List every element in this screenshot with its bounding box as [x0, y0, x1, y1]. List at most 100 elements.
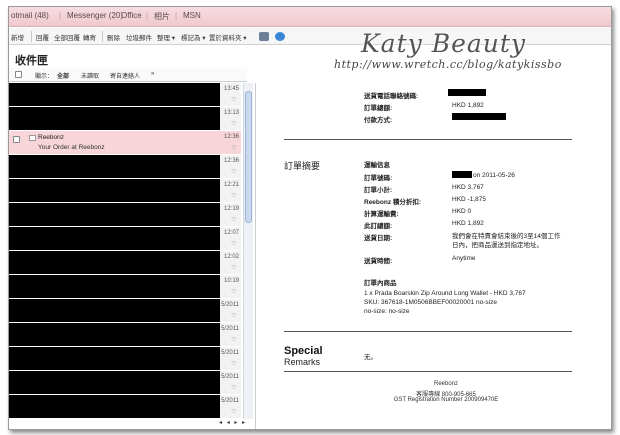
nav-separator: | — [146, 11, 149, 20]
message-subject: Your Order at Reebonz — [38, 144, 105, 151]
message-row[interactable]: 12:19 ▽ — [9, 203, 241, 227]
message-time: 12:21 — [223, 182, 239, 188]
new-button[interactable]: 新增 — [11, 32, 24, 42]
message-meta: 13:13 ▽ — [220, 107, 241, 130]
redacted-block — [9, 179, 220, 202]
flag-icon[interactable]: ▽ — [231, 360, 236, 367]
redacted-block — [9, 251, 220, 274]
shipping-fee-label: 計算運輸費: — [364, 211, 399, 218]
toolbar-divider — [102, 31, 103, 42]
redacted-phone — [448, 89, 486, 96]
next-page-icon[interactable]: ▸ — [234, 420, 237, 426]
message-time: 12:36 — [223, 158, 239, 164]
filter-more[interactable]: » — [151, 71, 154, 77]
message-time: 10:19 — [223, 278, 239, 284]
pager: ◂ ◂ ▸ ▸ — [219, 419, 253, 429]
message-row[interactable]: 13:45 ▽ — [9, 83, 241, 107]
order-items-title: 訂單內商品 — [364, 280, 397, 287]
message-row[interactable]: 5/2011 ▽ — [9, 395, 241, 419]
flag-icon[interactable]: ▽ — [231, 240, 236, 247]
grand-total-value: HKD 1,892 — [452, 220, 484, 227]
message-row[interactable]: 10:19 ▽ — [9, 275, 241, 299]
redacted-block — [9, 371, 220, 394]
order-total-label: 訂單總額: — [364, 105, 393, 112]
nav-msn[interactable]: MSN — [183, 11, 201, 20]
flag-icon[interactable]: ▽ — [231, 384, 236, 391]
delete-button[interactable]: 刪除 — [107, 32, 120, 42]
special-remarks-value: 无。 — [364, 354, 377, 361]
sweep-menu[interactable]: 整理 ▾ — [157, 32, 175, 42]
blog-watermark-url: http://www.wretch.cc/blog/katykissbo — [334, 58, 562, 71]
nav-office[interactable]: Office — [121, 11, 142, 20]
message-row-selected[interactable]: Reebonz Your Order at Reebonz 12:36 ▽ — [9, 131, 241, 155]
message-meta: 12:19 ▽ — [220, 203, 241, 226]
flag-icon[interactable]: ▽ — [231, 336, 236, 343]
message-meta: 12:36 ▽ — [220, 155, 241, 178]
select-all-checkbox[interactable] — [15, 71, 22, 78]
flag-icon[interactable]: ▽ — [231, 216, 236, 223]
scrollbar-thumb[interactable] — [245, 91, 252, 223]
message-time: 5/2011 — [221, 350, 239, 356]
order-number-label: 訂單號碼: — [364, 175, 393, 182]
flag-icon[interactable]: ▽ — [231, 288, 236, 295]
flag-icon[interactable]: ▽ — [231, 168, 236, 175]
reply-all-button[interactable]: 全部回覆 — [54, 32, 80, 42]
flag-icon[interactable]: ▽ — [231, 312, 236, 319]
filter-all[interactable]: 全部 — [57, 71, 69, 80]
subtotal-value: HKD 3,767 — [452, 184, 484, 191]
payment-method-label: 付款方式: — [364, 117, 393, 124]
message-row[interactable]: 12:21 ▽ — [9, 179, 241, 203]
print-icon[interactable] — [259, 32, 269, 41]
flag-icon[interactable]: ▽ — [231, 120, 236, 127]
message-meta: 10:19 ▽ — [220, 275, 241, 298]
refresh-icon[interactable] — [275, 32, 285, 41]
nav-separator: | — [113, 11, 116, 20]
filter-from-contacts[interactable]: 寄自連絡人 — [110, 71, 140, 80]
reading-pane: 送貨電話聯絡號碼: 訂單總額: HKD 1,892 付款方式: 訂單摘要 運輸信… — [255, 83, 611, 429]
message-row[interactable]: 12:07 ▽ — [9, 227, 241, 251]
flag-icon[interactable]: ▽ — [231, 96, 236, 103]
nav-photos[interactable]: 相片 — [154, 11, 170, 22]
message-row[interactable]: 12:02 ▽ — [9, 251, 241, 275]
junk-button[interactable]: 垃圾郵件 — [126, 32, 152, 42]
grand-total-label: 此訂總額: — [364, 223, 393, 230]
toolbar-divider — [31, 31, 32, 42]
message-row[interactable]: 5/2011 ▽ — [9, 371, 241, 395]
flag-icon[interactable]: ▽ — [231, 144, 236, 151]
nav-separator: | — [175, 11, 178, 20]
mark-as-menu[interactable]: 標記為 ▾ — [181, 32, 206, 42]
message-sender: Reebonz — [38, 134, 65, 141]
reply-button[interactable]: 回覆 — [36, 32, 49, 42]
footer-company: Reebonz — [433, 381, 459, 387]
message-meta: 12:07 ▽ — [220, 227, 241, 250]
flag-icon[interactable]: ▽ — [231, 192, 236, 199]
message-row[interactable]: 5/2011 ▽ — [9, 347, 241, 371]
message-meta: 12:21 ▽ — [220, 179, 241, 202]
last-page-icon[interactable]: ▸ — [242, 420, 245, 426]
message-time: 5/2011 — [221, 374, 239, 380]
flag-icon[interactable]: ▽ — [231, 264, 236, 271]
screenshot-frame: otmail (48) | Messenger (20) | Office | … — [8, 6, 612, 430]
move-to-menu[interactable]: 置於資料夾 ▾ — [209, 32, 247, 42]
forward-button[interactable]: 轉寄 — [83, 32, 96, 42]
message-time: 13:13 — [223, 110, 239, 116]
divider — [284, 371, 572, 372]
message-time: 5/2011 — [221, 326, 239, 332]
blog-watermark-title: Katy Beauty — [361, 29, 527, 58]
message-list-scrollbar[interactable] — [243, 83, 253, 419]
message-row[interactable]: 5/2011 ▽ — [9, 323, 241, 347]
prev-page-icon[interactable]: ◂ — [227, 420, 230, 426]
nav-hotmail[interactable]: otmail (48) — [11, 11, 49, 20]
flag-icon[interactable]: ▽ — [231, 408, 236, 415]
message-row[interactable]: 13:13 ▽ — [9, 107, 241, 131]
redacted-block — [9, 227, 220, 250]
message-row[interactable]: 5/2011 ▽ — [9, 299, 241, 323]
order-total-value: HKD 1,892 — [452, 102, 484, 109]
message-checkbox[interactable] — [13, 136, 20, 143]
message-meta: 12:36 ▽ — [220, 131, 241, 154]
message-row[interactable]: 12:36 ▽ — [9, 155, 241, 179]
filter-unread[interactable]: 未讀取 — [81, 71, 99, 80]
order-item-size: no-size: no-size — [364, 308, 410, 315]
shipping-fee-value: HKD 0 — [452, 208, 472, 215]
first-page-icon[interactable]: ◂ — [219, 420, 222, 426]
